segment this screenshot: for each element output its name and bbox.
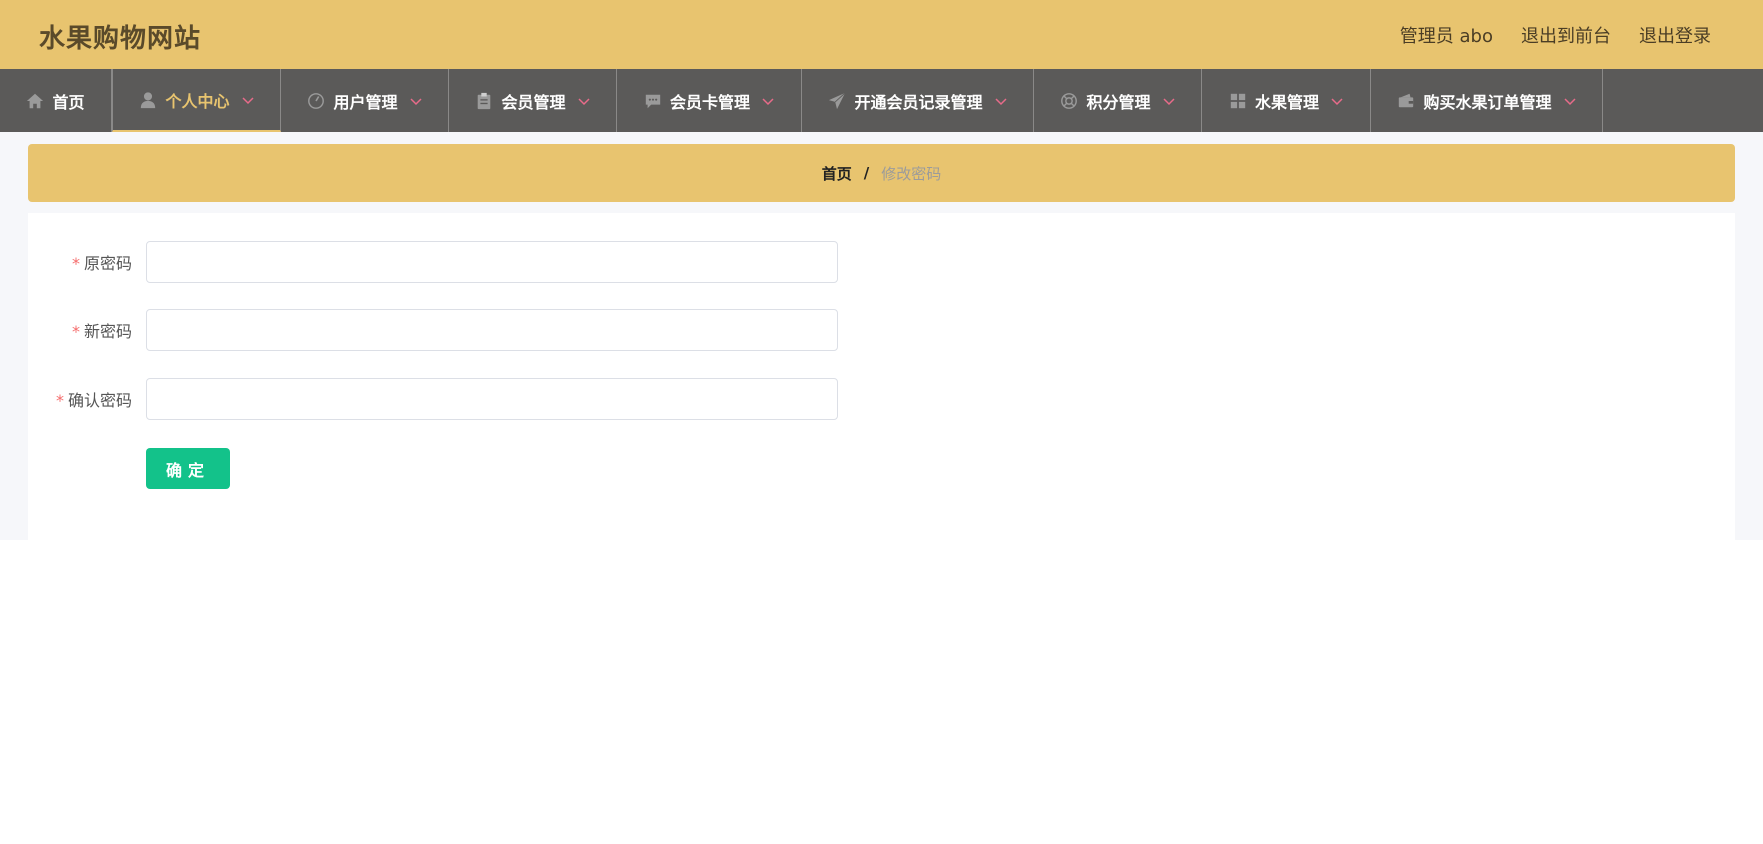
- header-actions: 管理员 abo 退出到前台 退出登录: [1400, 22, 1711, 48]
- logout-link[interactable]: 退出登录: [1639, 22, 1711, 48]
- paper-plane-icon: [828, 92, 846, 110]
- breadcrumb-home-link[interactable]: 首页: [822, 163, 852, 184]
- nav-item-label: 会员卡管理: [669, 92, 750, 112]
- grid-icon: [1229, 92, 1247, 110]
- submit-button[interactable]: 确定: [146, 448, 230, 489]
- site-title: 水果购物网站: [39, 24, 202, 54]
- nav-item-membership-records[interactable]: 开通会员记录管理: [802, 69, 1034, 132]
- main-nav: 首页 个人中心 用户管理 会员管理 会员卡管理 开通会员记录管理 积分管理 水果…: [0, 69, 1763, 132]
- confirm-password-input[interactable]: [146, 378, 838, 420]
- new-password-input[interactable]: [146, 309, 838, 351]
- nav-item-user-management[interactable]: 用户管理: [281, 69, 449, 132]
- confirm-password-label: * 确认密码: [28, 387, 132, 411]
- lifebuoy-icon: [1060, 92, 1078, 110]
- chevron-down-icon: [577, 95, 590, 107]
- required-mark: *: [71, 254, 80, 273]
- breadcrumb-separator: /: [863, 164, 870, 182]
- gauge-icon: [307, 92, 325, 110]
- new-password-row: * 新密码: [28, 309, 928, 351]
- clipboard-icon: [475, 92, 493, 110]
- nav-item-fruit-order-management[interactable]: 购买水果订单管理: [1371, 69, 1603, 132]
- nav-item-member-management[interactable]: 会员管理: [449, 69, 617, 132]
- nav-item-label: 水果管理: [1254, 92, 1319, 112]
- nav-item-label: 会员管理: [501, 92, 566, 112]
- wallet-icon: [1397, 92, 1415, 110]
- nav-item-fruit-management[interactable]: 水果管理: [1202, 69, 1371, 132]
- breadcrumb: 首页 / 修改密码: [28, 144, 1735, 202]
- chevron-down-icon: [1563, 95, 1576, 107]
- chevron-down-icon: [1162, 95, 1175, 107]
- new-password-label: * 新密码: [28, 318, 132, 342]
- chevron-down-icon: [994, 95, 1007, 107]
- chevron-down-icon: [409, 95, 422, 107]
- nav-item-label: 积分管理: [1086, 92, 1151, 112]
- old-password-label-text: 原密码: [83, 254, 132, 273]
- old-password-row: * 原密码: [28, 241, 928, 283]
- required-mark: *: [55, 391, 64, 410]
- old-password-label: * 原密码: [28, 250, 132, 274]
- home-icon: [26, 92, 44, 110]
- nav-item-label: 用户管理: [333, 92, 398, 112]
- nav-item-label: 开通会员记录管理: [854, 92, 983, 112]
- confirm-password-label-text: 确认密码: [67, 391, 132, 410]
- required-mark: *: [71, 322, 80, 341]
- change-password-form: * 原密码 * 新密码 * 确认密码 确定: [28, 213, 1735, 540]
- top-header: 水果购物网站 管理员 abo 退出到前台 退出登录: [0, 0, 1763, 69]
- chevron-down-icon: [1331, 95, 1343, 107]
- nav-item-member-card-management[interactable]: 会员卡管理: [617, 69, 802, 132]
- nav-item-points-management[interactable]: 积分管理: [1034, 69, 1202, 132]
- chevron-down-icon: [241, 94, 254, 106]
- chat-icon: [644, 92, 662, 110]
- confirm-password-row: * 确认密码: [28, 378, 928, 420]
- old-password-input[interactable]: [146, 241, 838, 283]
- nav-item-label: 购买水果订单管理: [1423, 92, 1552, 112]
- breadcrumb-current: 修改密码: [881, 164, 942, 183]
- nav-item-personal-center[interactable]: 个人中心: [112, 69, 281, 132]
- nav-item-label: 个人中心: [165, 91, 230, 111]
- nav-item-label: 首页: [52, 92, 85, 112]
- nav-item-home[interactable]: 首页: [0, 69, 112, 132]
- exit-to-front-link[interactable]: 退出到前台: [1521, 22, 1611, 48]
- new-password-label-text: 新密码: [83, 322, 132, 341]
- user-icon: [139, 91, 157, 109]
- admin-user-label: 管理员 abo: [1399, 26, 1493, 47]
- chevron-down-icon: [762, 95, 774, 107]
